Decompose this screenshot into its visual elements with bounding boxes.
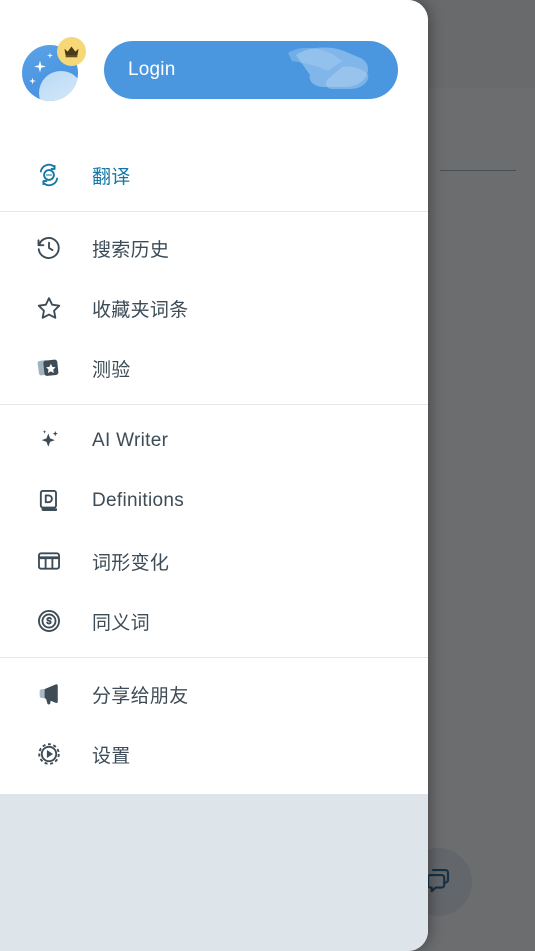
history-clock-icon: [34, 233, 64, 263]
synonym-s-circle-icon: [34, 606, 64, 636]
avatar-sparkle-icon: [29, 77, 36, 85]
menu-group: 分享给朋友 设置: [0, 658, 428, 790]
login-button-label: Login: [128, 58, 176, 80]
login-button[interactable]: Login: [104, 40, 398, 99]
menu-item-settings[interactable]: 设置: [0, 724, 428, 784]
menu-item-label: 翻译: [92, 166, 131, 188]
avatar[interactable]: [22, 36, 86, 101]
menu-item-ai-writer[interactable]: AI Writer: [0, 411, 428, 471]
drawer-menu: 翻译搜索历史收藏夹词条测验 AI Writer Definitions 词形变化同义词…: [0, 139, 428, 794]
menu-item-translate[interactable]: 翻译: [0, 145, 428, 205]
star-icon: [34, 293, 64, 323]
menu-item-label: AI Writer: [92, 430, 169, 451]
menu-item-label: 同义词: [92, 612, 150, 634]
avatar-moon-shape: [39, 70, 78, 101]
translate-icon: [34, 160, 64, 190]
menu-item-share[interactable]: 分享给朋友: [0, 664, 428, 724]
menu-item-label: Definitions: [92, 490, 185, 511]
menu-group: AI Writer Definitions 词形变化同义词: [0, 405, 428, 657]
navigation-drawer: Login 翻译搜索历史收藏夹词条测验 AI Writer Definitions 词…: [0, 0, 428, 951]
avatar-sparkle-icon: [47, 52, 53, 59]
menu-item-favorites[interactable]: 收藏夹词条: [0, 278, 428, 338]
drawer-header: Login: [0, 0, 428, 139]
menu-item-label: 词形变化: [92, 552, 170, 574]
premium-crown-badge: [57, 36, 86, 66]
menu-item-label: 设置: [92, 745, 131, 767]
menu-group: 翻译: [0, 139, 428, 211]
gear-icon: [34, 739, 64, 769]
menu-item-search-history[interactable]: 搜索历史: [0, 218, 428, 278]
pointing-hand-illustration: [288, 47, 369, 89]
menu-item-label: 分享给朋友: [92, 685, 189, 707]
menu-item-synonyms[interactable]: 同义词: [0, 591, 428, 651]
sparkle-icon: [34, 426, 64, 456]
crown-icon: [64, 46, 79, 57]
menu-group: 搜索历史收藏夹词条测验: [0, 212, 428, 404]
menu-item-label: 搜索历史: [92, 239, 170, 261]
table-grid-icon: [34, 546, 64, 576]
drawer-footer-space: [0, 794, 428, 951]
menu-item-inflections[interactable]: 词形变化: [0, 531, 428, 591]
quiz-cards-icon: [34, 353, 64, 383]
menu-item-quiz[interactable]: 测验: [0, 338, 428, 398]
avatar-sparkle-icon: [34, 60, 46, 73]
menu-item-label: 测验: [92, 359, 131, 381]
dictionary-book-icon: [34, 486, 64, 516]
menu-item-definitions[interactable]: Definitions: [0, 471, 428, 531]
menu-item-label: 收藏夹词条: [92, 299, 189, 321]
megaphone-icon: [34, 679, 64, 709]
